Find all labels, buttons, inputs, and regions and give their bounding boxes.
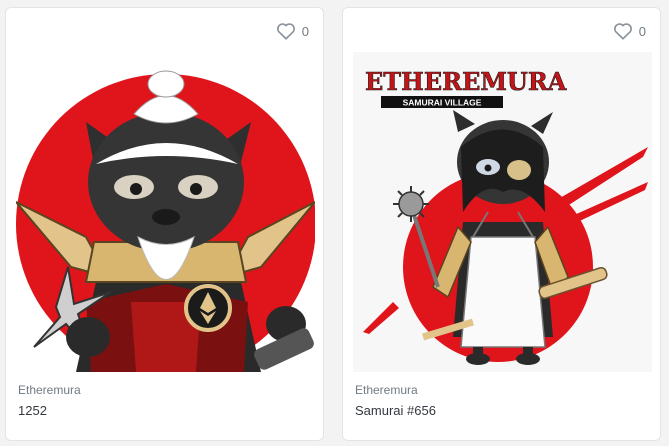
card-meta: Etheremura Samurai #656 bbox=[355, 383, 436, 418]
favorite-count: 0 bbox=[301, 23, 309, 39]
heart-outline-icon bbox=[613, 23, 632, 40]
collection-name[interactable]: Etheremura bbox=[18, 383, 81, 397]
favorite-button[interactable]: 0 bbox=[613, 22, 646, 40]
nft-card-samurai-656[interactable]: 0 ETHEREMURA SAMURAI VILLAGE Etheremura … bbox=[342, 7, 661, 441]
heart-outline-icon bbox=[276, 23, 295, 40]
favorite-count: 0 bbox=[638, 23, 646, 39]
token-name[interactable]: Samurai #656 bbox=[355, 403, 436, 418]
logo-subtitle: SAMURAI VILLAGE bbox=[403, 98, 482, 108]
token-name[interactable]: 1252 bbox=[18, 403, 81, 418]
nft-image[interactable]: ETHEREMURA SAMURAI VILLAGE bbox=[353, 52, 652, 372]
logo-title: ETHEREMURA bbox=[365, 67, 567, 96]
nft-image[interactable] bbox=[16, 52, 315, 372]
collection-name[interactable]: Etheremura bbox=[355, 383, 436, 397]
nft-card-1252[interactable]: 0 Etheremura 1252 bbox=[5, 7, 324, 441]
favorite-button[interactable]: 0 bbox=[276, 22, 309, 40]
card-meta: Etheremura 1252 bbox=[18, 383, 81, 418]
